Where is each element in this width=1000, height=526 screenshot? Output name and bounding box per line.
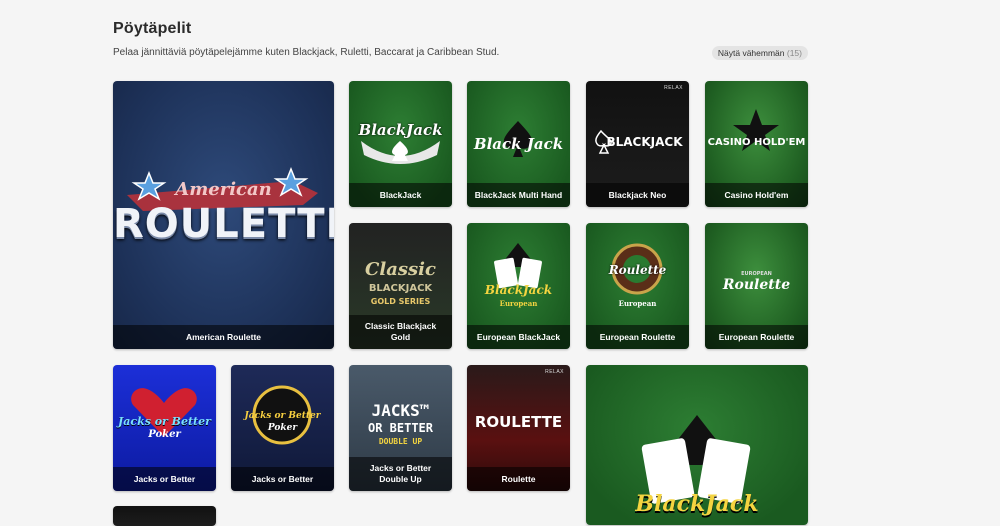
art-line1: American — [175, 179, 272, 200]
show-less-button[interactable]: Näytä vähemmän (15) — [711, 46, 808, 60]
game-title: BlackJack Multi Hand — [467, 183, 570, 207]
game-art: BlackJack — [586, 365, 808, 525]
show-less-count: (15) — [786, 48, 802, 58]
game-title: Casino Hold'em — [705, 183, 808, 207]
art-line2: Roulette — [722, 277, 791, 293]
game-title: Jacks or Better Double Up — [349, 457, 452, 491]
game-tile-classic-blackjack-gold[interactable]: Classic BLACKJACK GOLD SERIES Classic Bl… — [349, 223, 452, 349]
game-title: BlackJack — [349, 183, 452, 207]
game-tile-european-roulette-2[interactable]: EUROPEAN Roulette European Roulette — [705, 223, 808, 349]
game-tile-jacks-or-better[interactable]: Jacks or Better Poker Jacks or Better — [113, 365, 216, 491]
art-line2: ROULETTE™ — [113, 201, 334, 247]
game-title: Roulette — [467, 467, 570, 491]
spade-icon — [503, 121, 533, 157]
art-line2: Poker — [148, 429, 181, 440]
art-line3: GOLD SERIES — [370, 297, 431, 306]
art-text: BlackJack — [358, 121, 443, 139]
art-line2: OR BETTER — [367, 421, 434, 435]
game-art: American ROULETTE™ — [113, 81, 334, 349]
game-title: Jacks or Better — [231, 467, 334, 491]
art-line1: BlackJack — [484, 283, 553, 297]
provider-badge: RELAX — [664, 85, 683, 91]
art-line1: Jacks or Better — [244, 411, 321, 421]
art-line2: Poker — [267, 423, 298, 433]
spade-icon — [595, 129, 612, 154]
art-line1: Jacks or Better — [118, 415, 211, 428]
art-text: BLACKJACK — [606, 135, 683, 149]
game-tile-blackjack-large[interactable]: BlackJack — [586, 365, 808, 525]
star-icon — [733, 109, 779, 151]
art-text: CASINO HOLD'EM — [707, 137, 806, 148]
game-tile-jacks-or-better-double-up[interactable]: JACKS™ OR BETTER DOUBLE UP Jacks or Bett… — [349, 365, 452, 491]
game-title: American Roulette — [113, 325, 334, 349]
art-line1: JACKS™ — [371, 401, 430, 420]
game-tile-blackjack[interactable]: BlackJack BlackJack — [349, 81, 452, 207]
game-tile-european-roulette[interactable]: Roulette European European Roulette — [586, 223, 689, 349]
game-tile-european-blackjack[interactable]: BlackJack European European BlackJack — [467, 223, 570, 349]
art-line2: European — [499, 299, 538, 308]
game-title: European BlackJack — [467, 325, 570, 349]
game-tile-jacks-or-better-2[interactable]: Jacks or Better Poker Jacks or Better — [231, 365, 334, 491]
game-title: Blackjack Neo — [586, 183, 689, 207]
art-line1: Roulette — [608, 263, 667, 277]
art-text: BlackJack — [635, 491, 759, 517]
cards-icon — [494, 243, 542, 289]
art-text: ROULETTE — [474, 413, 563, 431]
game-title: Classic Blackjack Gold — [349, 315, 452, 349]
game-title: European Roulette — [705, 325, 808, 349]
game-tile-casino-holdem[interactable]: CASINO HOLD'EM Casino Hold'em — [705, 81, 808, 207]
game-tile-blackjack-neo[interactable]: RELAX BLACKJACK Blackjack Neo — [586, 81, 689, 207]
art-line2: European — [618, 299, 657, 308]
art-line2: BLACKJACK — [368, 283, 433, 294]
game-title: European Roulette — [586, 325, 689, 349]
game-tile-partial[interactable] — [113, 506, 216, 526]
section-subtitle: Pelaa jännittäviä pöytäpelejämme kuten B… — [113, 47, 500, 58]
show-less-label: Näytä vähemmän — [717, 48, 785, 58]
game-tile-roulette[interactable]: RELAX ROULETTE Roulette — [467, 365, 570, 491]
provider-badge: RELAX — [545, 369, 564, 375]
game-tile-american-roulette[interactable]: American ROULETTE™ American Roulette — [113, 81, 334, 349]
game-title: Jacks or Better — [113, 467, 216, 491]
art-text: Black Jack — [473, 135, 564, 153]
game-tile-blackjack-multi-hand[interactable]: Black Jack BlackJack Multi Hand — [467, 81, 570, 207]
section-title: Pöytäpelit — [113, 20, 192, 37]
art-line3: DOUBLE UP — [378, 437, 423, 446]
section-header: Pöytäpelit Pelaa jännittäviä pöytäpelejä… — [113, 20, 808, 60]
art-line1: Classic — [365, 259, 436, 280]
